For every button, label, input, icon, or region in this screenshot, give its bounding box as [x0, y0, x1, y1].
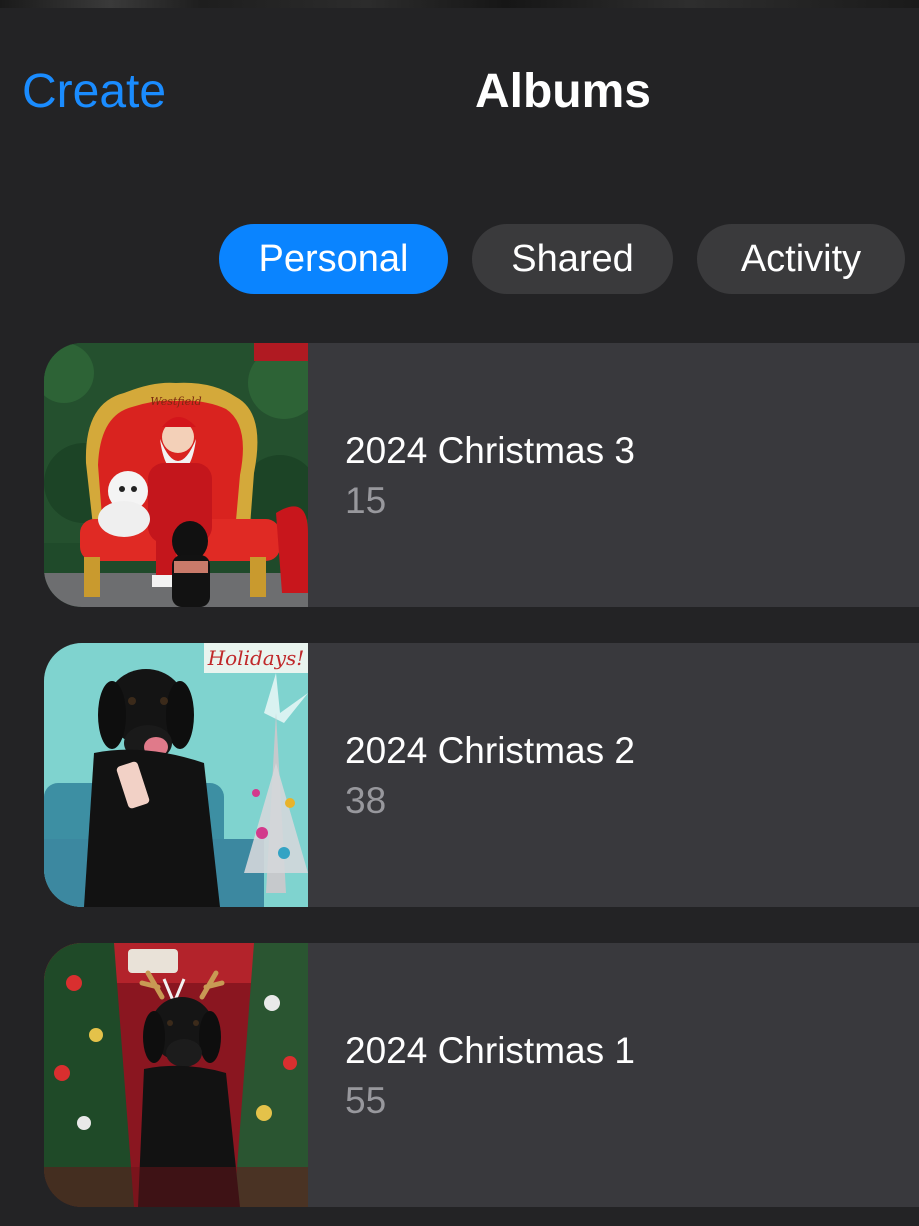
top-photo-strip: [0, 0, 919, 8]
album-title: 2024 Christmas 2: [345, 730, 635, 771]
album-row[interactable]: Westfield 2024 Christmas 3 15: [44, 343, 919, 607]
album-title: 2024 Christmas 1: [345, 1030, 635, 1071]
page-title: Albums: [474, 65, 651, 118]
segmented-control: Personal Shared Activity: [219, 224, 905, 294]
tab-personal[interactable]: Personal: [219, 224, 448, 294]
album-row[interactable]: 2024 Christmas 1 55: [44, 943, 919, 1207]
album-title: 2024 Christmas 3: [345, 430, 635, 471]
album-thumbnail: Holidays!: [44, 643, 308, 907]
album-photo-count: 15: [345, 480, 387, 521]
album-thumbnail: [44, 943, 308, 1207]
thumb-sign-text: Westfield: [150, 395, 201, 408]
album-row[interactable]: Holidays! 2024 Christmas 2 38: [44, 643, 919, 907]
tab-activity[interactable]: Activity: [697, 224, 905, 294]
album-photo-count: 55: [345, 1080, 387, 1121]
nav-bar: Create Albums: [0, 40, 919, 144]
tab-shared[interactable]: Shared: [472, 224, 673, 294]
album-photo-count: 38: [345, 780, 387, 821]
thumb-holidays-text: Holidays!: [207, 646, 305, 670]
album-thumbnail: Westfield: [44, 343, 308, 607]
